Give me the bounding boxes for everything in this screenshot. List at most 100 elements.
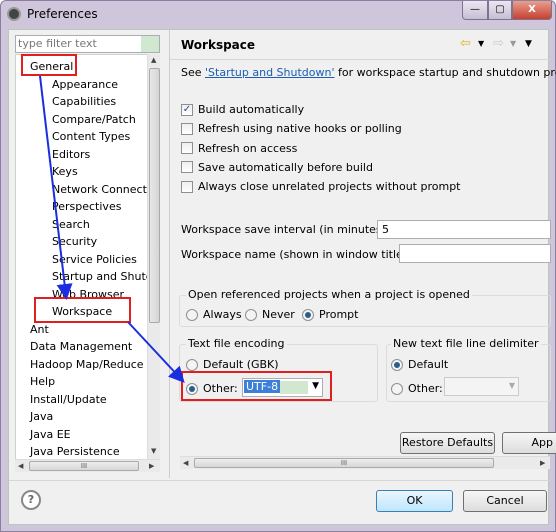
workspace-name-input[interactable] (399, 244, 551, 263)
open-referenced-label: Open referenced projects when a project … (186, 288, 472, 301)
tree-item[interactable]: Install/Update (30, 393, 107, 406)
tree-item[interactable]: Ant (30, 323, 49, 336)
checkbox-checked-icon: ✓ (181, 103, 193, 116)
workspace-page: Workspace ⇦ ▼ ⇨ ▼ ▼ See 'Startup and Shu… (169, 30, 556, 478)
tree-item[interactable]: Service Policies (52, 253, 137, 266)
radio-label: Default (408, 358, 449, 371)
radio-label: Never (262, 308, 295, 321)
tree-item[interactable]: Startup and Shutd (52, 270, 153, 283)
radio-prompt[interactable]: Prompt (302, 308, 358, 321)
radio-label: Always (203, 308, 242, 321)
tree-item[interactable]: Capabilities (52, 95, 116, 108)
line-delimiter-group: New text file line delimiter Default Oth… (386, 337, 551, 402)
back-menu-icon[interactable]: ▼ (478, 39, 484, 48)
header-separator (170, 59, 550, 60)
tree-item[interactable]: Data Management (30, 340, 132, 353)
footer-separator (9, 480, 550, 481)
eclipse-icon (7, 7, 21, 21)
tree-item[interactable]: Perspectives (52, 200, 121, 213)
checkbox-label: Always close unrelated projects without … (198, 180, 461, 194)
checkbox-icon (181, 180, 193, 193)
help-icon[interactable]: ? (21, 490, 41, 510)
minimize-button[interactable]: — (462, 1, 488, 20)
scroll-right-icon[interactable]: ▶ (149, 462, 154, 470)
view-menu-icon[interactable]: ▼ (525, 39, 532, 49)
page-title: Workspace (181, 38, 256, 52)
save-interval-label: Workspace save interval (in minutes): (181, 223, 390, 236)
radio-never[interactable]: Never (245, 308, 295, 321)
save-interval-input[interactable]: 5 (377, 220, 551, 239)
tree-item[interactable]: Java EE (30, 428, 71, 441)
h-scroll-thumb[interactable]: III (194, 458, 494, 468)
tree-item[interactable]: Compare/Patch (52, 113, 136, 126)
tree-item[interactable]: Search (52, 218, 90, 231)
preference-tree: General Appearance Capabilities Compare/Pat… (15, 54, 160, 472)
dialog-body: type filter text General Appearance Capabi… (8, 29, 556, 525)
radio-delimiter-other[interactable]: Other: (391, 382, 443, 395)
page-horizontal-scrollbar[interactable]: ◀ III ▶ (180, 456, 550, 469)
tree-item[interactable]: Java (30, 410, 53, 423)
tree-item[interactable]: Help (30, 375, 55, 388)
forward-menu-icon[interactable]: ▼ (510, 39, 516, 48)
open-referenced-group: Open referenced projects when a project … (179, 288, 551, 327)
scroll-left-icon[interactable]: ◀ (183, 459, 188, 467)
maximize-button[interactable]: ▢ (488, 1, 512, 20)
tree-item[interactable]: Content Types (52, 130, 130, 143)
intro-prefix: See (181, 66, 206, 79)
radio-always[interactable]: Always (186, 308, 242, 321)
checkbox-label: Refresh using native hooks or polling (198, 122, 402, 136)
window-title: Preferences (27, 7, 98, 21)
title-bar: Preferences — ▢ X (1, 1, 555, 29)
filter-placeholder: type filter text (18, 37, 97, 50)
tree-vertical-scrollbar[interactable]: ▲ ▼ (147, 54, 160, 459)
tree-item[interactable]: Hadoop Map/Reduce (30, 358, 144, 371)
h-scroll-thumb[interactable]: III (29, 461, 139, 471)
radio-encoding-default[interactable]: Default (GBK) (186, 358, 279, 371)
radio-label: Prompt (319, 308, 359, 321)
checkbox-item[interactable]: ✓ Build automatically (181, 103, 304, 116)
radio-label: Default (GBK) (203, 358, 279, 371)
checkbox-icon (181, 161, 193, 174)
checkbox-item[interactable]: Always close unrelated projects without … (181, 180, 461, 193)
highlight-general (21, 54, 77, 76)
line-delimiter-label: New text file line delimiter (391, 337, 541, 350)
restore-defaults-button[interactable]: Restore Defaults (400, 432, 495, 454)
back-arrow-icon[interactable]: ⇦ (460, 36, 471, 51)
scroll-up-icon[interactable]: ▲ (151, 56, 156, 64)
checkbox-item[interactable]: Refresh using native hooks or polling (181, 122, 402, 135)
chevron-down-icon[interactable]: ▼ (509, 381, 515, 390)
text-encoding-label: Text file encoding (186, 337, 287, 350)
radio-label: Other: (408, 382, 443, 395)
filter-input[interactable]: type filter text (15, 35, 160, 53)
tree-item[interactable]: Security (52, 235, 97, 248)
checkbox-label: Build automatically (198, 103, 305, 116)
apply-button[interactable]: App (502, 432, 556, 454)
forward-arrow-icon[interactable]: ⇨ (493, 36, 504, 51)
startup-shutdown-link[interactable]: 'Startup and Shutdown' (205, 66, 334, 79)
radio-delimiter-default[interactable]: Default (391, 358, 448, 371)
checkbox-item[interactable]: Save automatically before build (181, 161, 373, 174)
checkbox-item[interactable]: Refresh on access (181, 142, 297, 155)
intro-suffix: for workspace startup and shutdown prefe… (334, 66, 556, 79)
intro-text: See 'Startup and Shutdown' for workspace… (181, 66, 556, 79)
clear-filter-icon[interactable] (141, 36, 159, 52)
tree-item[interactable]: Editors (52, 148, 90, 161)
scroll-thumb[interactable] (149, 68, 160, 323)
checkbox-icon (181, 122, 193, 135)
scroll-down-icon[interactable]: ▼ (151, 447, 156, 455)
ok-button[interactable]: OK (376, 490, 453, 512)
checkbox-icon (181, 142, 193, 155)
tree-item[interactable]: Keys (52, 165, 78, 178)
radio-icon (186, 358, 198, 371)
radio-icon (186, 308, 198, 321)
radio-selected-icon (391, 358, 403, 371)
tree-item[interactable]: Java Persistence (30, 445, 120, 458)
scroll-right-icon[interactable]: ▶ (540, 459, 545, 467)
tree-horizontal-scrollbar[interactable]: ◀ III ▶ (15, 459, 160, 472)
tree-item[interactable]: Network Connecti (52, 183, 150, 196)
delimiter-combo[interactable]: ▼ (444, 377, 519, 396)
close-button[interactable]: X (512, 1, 552, 20)
scroll-left-icon[interactable]: ◀ (18, 462, 23, 470)
tree-item[interactable]: Appearance (52, 78, 118, 91)
cancel-button[interactable]: Cancel (463, 490, 547, 512)
